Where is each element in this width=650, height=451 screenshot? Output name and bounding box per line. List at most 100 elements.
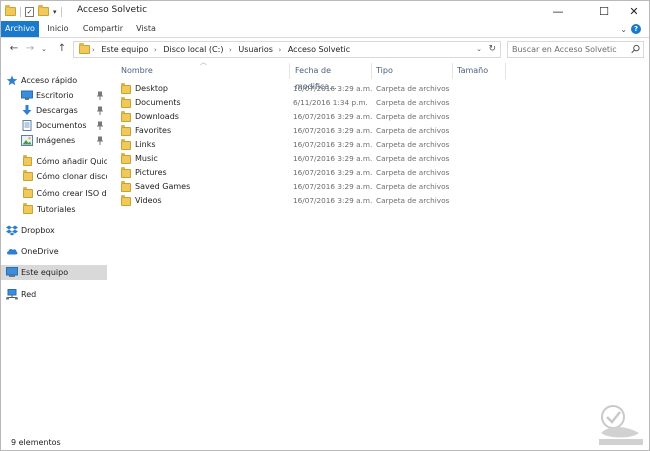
file-name: Favorites <box>135 126 172 135</box>
file-date: 16/07/2016 3:29 a.m. <box>293 196 373 205</box>
file-type: Carpeta de archivos <box>376 126 450 135</box>
expand-ribbon-icon[interactable]: ⌄ <box>620 25 627 34</box>
sidebar-item-quick-access[interactable]: Acceso rápido <box>1 73 107 88</box>
file-row-music[interactable]: Music 16/07/2016 3:29 a.m. Carpeta de ar… <box>118 152 504 166</box>
folder-icon <box>121 195 131 206</box>
sidebar-item-label: Dropbox <box>21 226 55 235</box>
sidebar-item-label: Red <box>21 290 37 299</box>
file-size <box>458 96 504 110</box>
file-row-downloads[interactable]: Downloads 16/07/2016 3:29 a.m. Carpeta d… <box>118 110 504 124</box>
sidebar-item-documentos[interactable]: Documentos <box>1 118 107 133</box>
column-header-type[interactable]: Tipo <box>373 63 453 79</box>
file-row-saved-games[interactable]: Saved Games 16/07/2016 3:29 a.m. Carpeta… <box>118 180 504 194</box>
file-date: 16/07/2016 3:29 a.m. <box>293 168 373 177</box>
file-date: 16/07/2016 3:29 a.m. <box>293 140 373 149</box>
breadcrumb-este-equipo[interactable]: Este equipo <box>101 45 148 54</box>
explorer-window: ✓ ▾ Acceso Solvetic — ☐ ✕ Archivo Inicio… <box>0 0 650 451</box>
minimize-button[interactable]: — <box>543 1 573 21</box>
recent-locations-button[interactable]: ⌄ <box>39 42 49 56</box>
tab-compartir[interactable]: Compartir <box>81 21 125 37</box>
file-row-desktop[interactable]: Desktop 16/07/2016 3:29 a.m. Carpeta de … <box>118 82 504 96</box>
search-input[interactable] <box>508 42 628 57</box>
folder-icon[interactable] <box>5 5 16 16</box>
tab-vista[interactable]: Vista <box>133 21 159 37</box>
file-size <box>458 194 504 208</box>
toolbar-divider <box>20 6 21 17</box>
sidebar-item-red[interactable]: Red <box>1 287 107 302</box>
tab-inicio[interactable]: Inicio <box>43 21 73 37</box>
breadcrumb-usuarios[interactable]: Usuarios <box>238 45 273 54</box>
sidebar-item-este-equipo[interactable]: Este equipo <box>1 265 107 280</box>
file-row-videos[interactable]: Videos 16/07/2016 3:29 a.m. Carpeta de a… <box>118 194 504 208</box>
close-button[interactable]: ✕ <box>619 1 649 21</box>
sidebar-item-imagenes[interactable]: Imágenes <box>1 133 107 148</box>
help-icon[interactable]: ? <box>631 24 641 34</box>
sidebar-item-onedrive[interactable]: OneDrive <box>1 244 107 259</box>
breadcrumb-acceso-solvetic[interactable]: Acceso Solvetic <box>288 45 350 54</box>
up-button[interactable]: ↑ <box>55 42 69 56</box>
folder-icon <box>121 125 131 136</box>
address-dropdown-icon[interactable]: ⌄ <box>476 42 482 57</box>
sidebar-item-label: Cómo crear ISO de <box>36 189 108 198</box>
sidebar-item-tutoriales[interactable]: Tutoriales <box>1 202 107 217</box>
pin-icon[interactable] <box>97 106 103 115</box>
back-button[interactable]: ← <box>7 42 21 56</box>
folder-icon <box>121 139 131 150</box>
sidebar-item-label: Imágenes <box>36 136 76 145</box>
sidebar-item-escritorio[interactable]: Escritorio <box>1 88 107 103</box>
forward-button[interactable]: → <box>23 42 37 56</box>
search-icon[interactable] <box>631 44 640 54</box>
refresh-icon[interactable]: ↻ <box>488 42 496 57</box>
file-date: 6/11/2016 1:34 p.m. <box>293 98 368 107</box>
new-folder-icon[interactable] <box>38 5 49 16</box>
file-date: 16/07/2016 3:29 a.m. <box>293 84 373 93</box>
maximize-button[interactable]: ☐ <box>589 1 619 21</box>
documents-icon <box>22 120 32 131</box>
folder-icon <box>121 181 131 192</box>
sidebar-item-como-crear-iso[interactable]: Cómo crear ISO de <box>1 186 107 201</box>
properties-icon[interactable]: ✓ <box>25 6 34 17</box>
file-name: Documents <box>135 98 181 107</box>
sidebar-item-como-clonar-disco[interactable]: Cómo clonar disco <box>1 169 107 184</box>
column-header-size[interactable]: Tamaño <box>454 63 506 79</box>
breadcrumb-separator[interactable]: › <box>278 46 281 54</box>
tab-archivo[interactable]: Archivo <box>1 21 39 37</box>
file-size <box>458 82 504 96</box>
breadcrumb-separator[interactable]: › <box>154 46 157 54</box>
file-row-favorites[interactable]: Favorites 16/07/2016 3:29 a.m. Carpeta d… <box>118 124 504 138</box>
file-name: Downloads <box>135 112 179 121</box>
column-header-name[interactable]: Nombre <box>118 63 290 79</box>
file-size <box>458 138 504 152</box>
pin-icon[interactable] <box>97 136 103 145</box>
pin-icon[interactable] <box>97 121 103 130</box>
sidebar-item-label: OneDrive <box>21 247 59 256</box>
folder-icon <box>23 203 33 214</box>
breadcrumb-disco-local[interactable]: Disco local (C:) <box>163 45 223 54</box>
title-bar: ✓ ▾ Acceso Solvetic — ☐ ✕ <box>1 1 649 21</box>
download-arrow-icon <box>22 105 32 115</box>
cloud-icon <box>7 249 18 255</box>
customize-toolbar-icon[interactable]: ▾ <box>53 8 57 16</box>
breadcrumb-separator[interactable]: › <box>229 46 232 54</box>
file-type: Carpeta de archivos <box>376 84 450 93</box>
sidebar-item-dropbox[interactable]: Dropbox <box>1 223 107 238</box>
pin-icon[interactable] <box>97 91 103 100</box>
column-header-date[interactable]: Fecha de modifica... <box>292 63 372 91</box>
file-row-links[interactable]: Links 16/07/2016 3:29 a.m. Carpeta de ar… <box>118 138 504 152</box>
folder-icon <box>79 43 90 54</box>
folder-icon <box>121 97 131 108</box>
file-row-documents[interactable]: Documents 6/11/2016 1:34 p.m. Carpeta de… <box>118 96 504 110</box>
file-size <box>458 152 504 166</box>
sidebar-item-descargas[interactable]: Descargas <box>1 103 107 118</box>
file-date: 16/07/2016 3:29 a.m. <box>293 112 373 121</box>
folder-icon <box>121 83 131 94</box>
sidebar-item-label: Documentos <box>36 121 87 130</box>
breadcrumb-separator[interactable]: › <box>92 46 95 54</box>
address-bar[interactable]: › Este equipo › Disco local (C:) › Usuar… <box>73 41 501 58</box>
file-type: Carpeta de archivos <box>376 154 450 163</box>
file-date: 16/07/2016 3:29 a.m. <box>293 126 373 135</box>
file-row-pictures[interactable]: Pictures 16/07/2016 3:29 a.m. Carpeta de… <box>118 166 504 180</box>
sidebar-item-como-anadir-quick[interactable]: Cómo añadir Quick <box>1 154 107 169</box>
file-size <box>458 180 504 194</box>
network-icon <box>6 289 18 300</box>
